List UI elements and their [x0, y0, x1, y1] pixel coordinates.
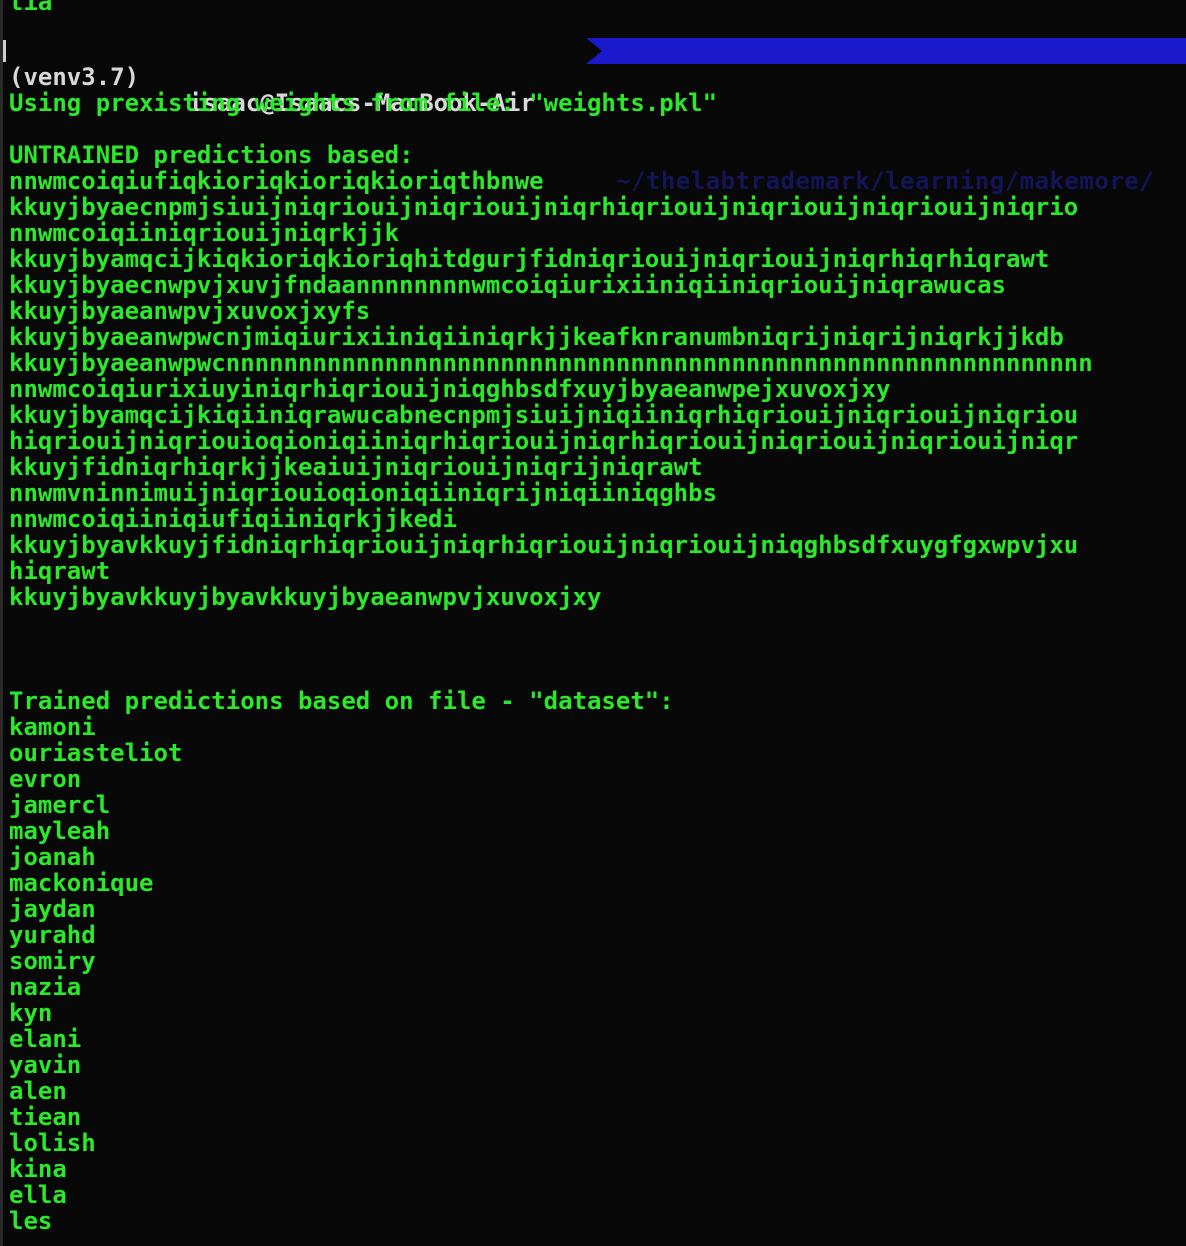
- trained-prediction-line: les: [9, 1207, 53, 1235]
- trained-prediction-line: ella: [9, 1181, 67, 1209]
- untrained-prediction-line: kkuyjbyaecnpmjsiuijniqriouijniqriouijniq…: [9, 193, 1079, 221]
- trained-prediction-line: jamercl: [9, 791, 111, 819]
- untrained-header: UNTRAINED predictions based:: [9, 141, 414, 169]
- trained-prediction-line: kina: [9, 1155, 67, 1183]
- trained-prediction-line: kamoni: [9, 713, 96, 741]
- prompt-venv: (venv3.7): [9, 63, 140, 91]
- terminal-window[interactable]: tia (venv3.7) isaac@Isaacs-MacBook-Air ~…: [0, 0, 1186, 1246]
- trained-prediction-line: lolish: [9, 1129, 96, 1157]
- trained-prediction-line: evron: [9, 765, 82, 793]
- trained-prediction-line: ouriasteliot: [9, 739, 183, 767]
- trained-prediction-line: yurahd: [9, 921, 96, 949]
- trained-prediction-line: jaydan: [9, 895, 96, 923]
- untrained-prediction-line: kkuyjbyaeanwpwcnjmiqiurixiiniqiiniqrkjjk…: [9, 323, 1064, 351]
- trained-prediction-line: nazia: [9, 973, 82, 1001]
- untrained-prediction-line: kkuyjbyaecnwpvjxuvjfndaannnnnnnnwmcoiqiu…: [9, 271, 1006, 299]
- untrained-prediction-line: kkuyjfidniqrhiqrkjjkeaiuijniqriouijniqri…: [9, 453, 703, 481]
- untrained-prediction-line: kkuyjbyamqcijkiqkioriqkioriqhitdgurjfidn…: [9, 245, 1050, 273]
- untrained-prediction-line: kkuyjbyaeanwpvjxuvoxjxyfs: [9, 297, 371, 325]
- untrained-prediction-line: kkuyjbyavkkuyjbyavkkuyjbyaeanwpvjxuvoxjx…: [9, 583, 602, 611]
- trained-prediction-line: somiry: [9, 947, 96, 975]
- untrained-prediction-line: kkuyjbyaeanwpwcnnnnnnnnnnnnnnnnnnnnnnnnn…: [9, 349, 1093, 377]
- untrained-prediction-line: hiqrawt: [9, 557, 111, 585]
- untrained-prediction-line: nnwmvninnimuijniqriouioqioniqiiniqrijniq…: [9, 479, 718, 507]
- untrained-prediction-line: kkuyjbyamqcijkiqiiniqrawucabnecnpmjsiuij…: [9, 401, 1079, 429]
- untrained-prediction-line: hiqriouijniqriouioqioniqiiniqrhiqriouijn…: [9, 427, 1079, 455]
- shell-prompt: (venv3.7) isaac@Isaacs-MacBook-Air ~/the…: [0, 38, 1186, 194]
- trained-prediction-line: joanah: [9, 843, 96, 871]
- weights-message: Using prexisting weights from file: "wei…: [9, 89, 718, 117]
- trained-prediction-line: yavin: [9, 1051, 82, 1079]
- prompt-path-segment: [586, 38, 1186, 64]
- untrained-prediction-line: nnwmcoiqiurixiuyiniqrhiqriouijniqghbsdfx…: [9, 375, 891, 403]
- trained-header: Trained predictions based on file - "dat…: [9, 687, 674, 715]
- prompt-arrow-icon: [586, 38, 602, 64]
- trained-prediction-line: mayleah: [9, 817, 111, 845]
- untrained-prediction-line: nnwmcoiqiiniqriouijniqrkjjk: [9, 219, 400, 247]
- trained-prediction-line: alen: [9, 1077, 67, 1105]
- trained-prediction-line: tiean: [9, 1103, 82, 1131]
- trained-prediction-line: kyn: [9, 999, 53, 1027]
- trained-prediction-line: mackonique: [9, 869, 154, 897]
- cut-off-output-line: tia: [9, 0, 53, 16]
- untrained-prediction-line: kkuyjbyavkkuyjfidniqrhiqriouijniqrhiqrio…: [9, 531, 1079, 559]
- prompt-path: ~/thelabtrademark/learning/makemore/: [616, 167, 1155, 195]
- untrained-prediction-line: nnwmcoiqiiniqiufiqiiniqrkjjkedi: [9, 505, 457, 533]
- trained-prediction-line: elani: [9, 1025, 82, 1053]
- untrained-prediction-line: nnwmcoiqiufiqkioriqkioriqkioriqthbnwe: [9, 167, 544, 195]
